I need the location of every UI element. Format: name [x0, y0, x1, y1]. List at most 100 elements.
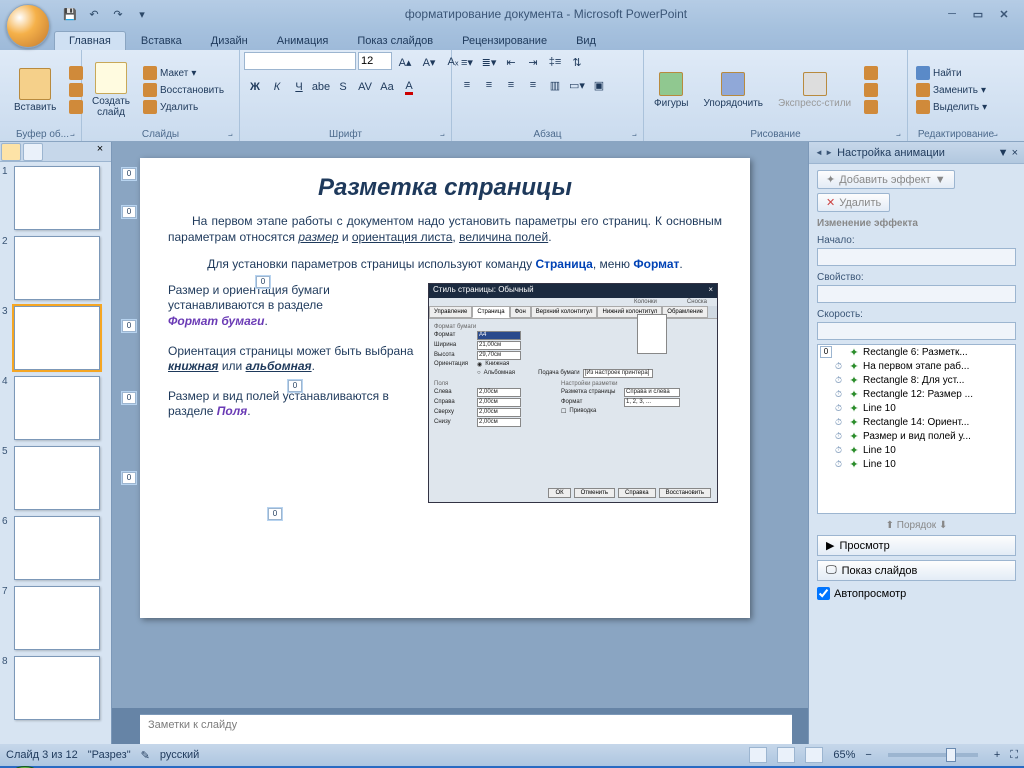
- align-right-button[interactable]: ≡: [500, 75, 522, 95]
- close-button[interactable]: ✕: [992, 5, 1016, 23]
- shape-fill-button[interactable]: [860, 65, 882, 81]
- smartart-button[interactable]: ▣: [588, 75, 610, 95]
- slide-block-1[interactable]: Размер и ориентация бумаги устанавливают…: [168, 283, 418, 330]
- tab-animation[interactable]: Анимация: [263, 32, 343, 50]
- indent-inc-button[interactable]: ⇥: [522, 52, 544, 72]
- tab-view[interactable]: Вид: [562, 32, 610, 50]
- paste-button[interactable]: Вставить: [8, 66, 62, 115]
- notes-pane[interactable]: Заметки к слайду: [140, 714, 792, 744]
- language-indicator[interactable]: русский: [160, 749, 199, 761]
- spell-check-icon[interactable]: ✎: [141, 749, 150, 762]
- remove-effect-button[interactable]: ✕Удалить: [817, 193, 890, 212]
- undo-icon[interactable]: ↶: [84, 4, 104, 24]
- property-select[interactable]: [817, 285, 1016, 303]
- fit-window-button[interactable]: ⛶: [1010, 749, 1018, 762]
- delete-slide-button[interactable]: Удалить: [139, 99, 228, 115]
- autopreview-checkbox[interactable]: Автопросмотр: [817, 587, 1016, 600]
- save-icon[interactable]: 💾: [60, 4, 80, 24]
- italic-button[interactable]: К: [266, 77, 288, 97]
- add-effect-button[interactable]: ✦Добавить эффект ▼: [817, 170, 955, 189]
- tab-review[interactable]: Рецензирование: [448, 32, 561, 50]
- tab-home[interactable]: Главная: [54, 31, 126, 50]
- thumbnail-4[interactable]: 4: [2, 376, 109, 440]
- order-controls[interactable]: ⬆ Порядок ⬇: [817, 520, 1016, 531]
- tab-slideshow[interactable]: Показ слайдов: [343, 32, 447, 50]
- office-button[interactable]: [6, 4, 50, 48]
- thumbnail-5[interactable]: 5: [2, 446, 109, 510]
- slide-paragraph-2[interactable]: Для установки параметров страницы исполь…: [168, 257, 722, 273]
- line-spacing-button[interactable]: ‡≡: [544, 52, 566, 72]
- zoom-slider[interactable]: [888, 753, 978, 757]
- zoom-level[interactable]: 65%: [833, 749, 855, 761]
- slide-paragraph-1[interactable]: На первом этапе работы с документом надо…: [168, 214, 722, 245]
- font-size-select[interactable]: [358, 52, 392, 70]
- taskpane-title[interactable]: Настройка анимации▼ ×: [809, 142, 1024, 164]
- align-text-button[interactable]: ▭▾: [566, 75, 588, 95]
- thumbnail-7[interactable]: 7: [2, 586, 109, 650]
- thumbnail-6[interactable]: 6: [2, 516, 109, 580]
- bold-button[interactable]: Ж: [244, 77, 266, 97]
- slides-tab[interactable]: [1, 143, 21, 161]
- bullets-button[interactable]: ≡▾: [456, 52, 478, 72]
- columns-button[interactable]: ▥: [544, 75, 566, 95]
- quick-styles-button[interactable]: Экспресс-стили: [772, 70, 857, 111]
- underline-button[interactable]: Ч: [288, 77, 310, 97]
- sorter-view-button[interactable]: [777, 747, 795, 763]
- arrange-button[interactable]: Упорядочить: [697, 70, 769, 111]
- animation-item[interactable]: ⏱✦Размер и вид полей у...: [818, 429, 1015, 443]
- layout-button[interactable]: Макет ▾: [139, 65, 228, 81]
- preview-button[interactable]: ▶ Просмотр: [817, 535, 1016, 556]
- animation-item[interactable]: ⏱✦Rectangle 8: Для уст...: [818, 373, 1015, 387]
- tab-design[interactable]: Дизайн: [197, 32, 262, 50]
- char-spacing-button[interactable]: AV: [354, 77, 376, 97]
- thumbnail-8[interactable]: 8: [2, 656, 109, 720]
- animation-item[interactable]: ⏱✦Line 10: [818, 457, 1015, 471]
- slide-canvas[interactable]: 0 0 0 Разметка страницы На первом этапе …: [140, 158, 750, 618]
- shadow-button[interactable]: S: [332, 77, 354, 97]
- outline-tab[interactable]: [23, 143, 43, 161]
- shrink-font-button[interactable]: A▾: [418, 52, 440, 72]
- thumbnail-1[interactable]: 1: [2, 166, 109, 230]
- font-family-select[interactable]: [244, 52, 356, 70]
- slideshow-button[interactable]: 🖵Показ слайдов: [817, 560, 1016, 581]
- select-button[interactable]: Выделить ▾: [912, 99, 991, 115]
- shapes-button[interactable]: Фигуры: [648, 70, 694, 111]
- animation-item[interactable]: ⏱✦Rectangle 14: Ориент...: [818, 415, 1015, 429]
- tab-insert[interactable]: Вставка: [127, 32, 196, 50]
- indent-dec-button[interactable]: ⇤: [500, 52, 522, 72]
- slideshow-view-button[interactable]: [805, 747, 823, 763]
- animation-item[interactable]: ⏱✦Line 10: [818, 401, 1015, 415]
- normal-view-button[interactable]: [749, 747, 767, 763]
- shape-outline-button[interactable]: [860, 82, 882, 98]
- change-case-button[interactable]: Aa: [376, 77, 398, 97]
- animation-item[interactable]: ⏱✦Line 10: [818, 443, 1015, 457]
- replace-button[interactable]: Заменить ▾: [912, 82, 991, 98]
- slide-block-2[interactable]: Ориентация страницы может быть выбрана к…: [168, 344, 418, 375]
- qat-dropdown-icon[interactable]: ▾: [132, 4, 152, 24]
- maximize-button[interactable]: ▭: [966, 5, 990, 23]
- zoom-in-button[interactable]: +: [994, 749, 1000, 761]
- close-pane-icon[interactable]: ×: [90, 143, 110, 161]
- minimize-button[interactable]: ─: [940, 5, 964, 23]
- animation-item[interactable]: ⏱✦На первом этапе раб...: [818, 359, 1015, 373]
- thumbnail-3[interactable]: 3: [2, 306, 109, 370]
- start-select[interactable]: [817, 248, 1016, 266]
- align-justify-button[interactable]: ≡: [522, 75, 544, 95]
- font-color-button[interactable]: A: [398, 77, 420, 97]
- text-direction-button[interactable]: ⇅: [566, 52, 588, 72]
- strike-button[interactable]: abe: [310, 77, 332, 97]
- align-center-button[interactable]: ≡: [478, 75, 500, 95]
- animation-list[interactable]: 0✦Rectangle 6: Разметк...⏱✦На первом эта…: [817, 344, 1016, 514]
- grow-font-button[interactable]: A▴: [394, 52, 416, 72]
- thumbnail-2[interactable]: 2: [2, 236, 109, 300]
- animation-item[interactable]: ⏱✦Rectangle 12: Размер ...: [818, 387, 1015, 401]
- redo-icon[interactable]: ↷: [108, 4, 128, 24]
- find-button[interactable]: Найти: [912, 65, 991, 81]
- shape-effects-button[interactable]: [860, 99, 882, 115]
- speed-select[interactable]: [817, 322, 1016, 340]
- numbering-button[interactable]: ≣▾: [478, 52, 500, 72]
- animation-item[interactable]: 0✦Rectangle 6: Разметк...: [818, 345, 1015, 359]
- zoom-out-button[interactable]: −: [865, 749, 871, 761]
- slide-block-3[interactable]: Размер и вид полей устанавливаются в раз…: [168, 389, 418, 420]
- align-left-button[interactable]: ≡: [456, 75, 478, 95]
